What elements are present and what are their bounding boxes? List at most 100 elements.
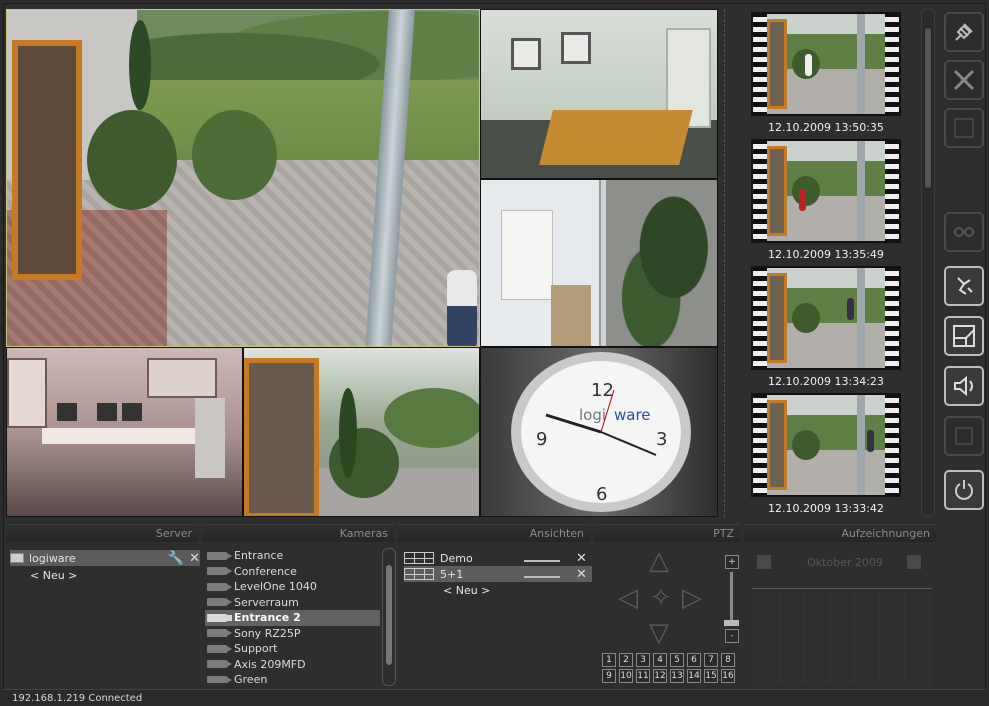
- plug-icon: [955, 23, 973, 41]
- ptz-center-icon[interactable]: ✧: [650, 585, 672, 611]
- ptz-preset-button[interactable]: 8: [721, 653, 735, 667]
- layout-icon: [953, 325, 975, 347]
- calendar-grid[interactable]: [756, 592, 931, 684]
- camera-icon: [207, 613, 232, 622]
- camera-tile-conference[interactable]: [480, 9, 718, 179]
- recording-time: 12.10.2009 13:34:23: [768, 375, 884, 388]
- clock-brand-left: logi: [579, 406, 606, 424]
- camera-list-item[interactable]: Entrance: [205, 548, 380, 564]
- wrench-icon[interactable]: 🔧: [168, 551, 184, 566]
- ptz-preset-button[interactable]: 3: [636, 653, 650, 667]
- grid-button[interactable]: [944, 108, 984, 148]
- camera-list-item[interactable]: Green: [205, 672, 380, 683]
- ptz-preset-button[interactable]: 5: [670, 653, 684, 667]
- layout-grid-icon: [404, 568, 434, 580]
- delete-view-icon[interactable]: ✕: [576, 551, 587, 566]
- ptz-down-icon[interactable]: ▽: [649, 620, 669, 646]
- camera-list-scrollbar[interactable]: [382, 548, 396, 686]
- recording-item[interactable]: 12.10.2009 13:33:42: [751, 393, 901, 518]
- ptz-preset-button[interactable]: 1: [602, 653, 616, 667]
- recordings-scrollbar[interactable]: [921, 9, 935, 517]
- layout-button[interactable]: [944, 316, 984, 356]
- ptz-preset-button[interactable]: 7: [704, 653, 718, 667]
- audio-button[interactable]: [944, 366, 984, 406]
- alarm-button[interactable]: [944, 266, 984, 306]
- tools-icon: [953, 69, 975, 91]
- view-new[interactable]: < Neu >: [443, 584, 490, 597]
- ptz-preset-button[interactable]: 15: [704, 669, 718, 683]
- clock-num-9: 9: [536, 429, 547, 450]
- view-item-5plus1[interactable]: 5+1 ✕: [404, 566, 592, 582]
- camera-icon: [207, 567, 232, 576]
- camera-list-item[interactable]: Conference: [205, 564, 380, 580]
- ptz-panel-title: PTZ: [594, 524, 740, 542]
- ptz-preset-button[interactable]: 4: [653, 653, 667, 667]
- ptz-left-icon[interactable]: ◁: [618, 585, 638, 611]
- camera-list-item-selected[interactable]: Entrance 2: [205, 610, 380, 626]
- speaker-icon: [954, 375, 973, 397]
- recording-item[interactable]: 12.10.2009 13:50:35: [751, 12, 901, 137]
- record-button[interactable]: [944, 212, 984, 252]
- disconnect-icon[interactable]: ✕: [189, 551, 200, 566]
- ptz-right-icon[interactable]: ▷: [682, 585, 702, 611]
- grid-icon: [954, 118, 974, 138]
- film-frame: [751, 266, 901, 370]
- recording-time: 12.10.2009 13:50:35: [768, 121, 884, 134]
- camera-icon: [207, 551, 232, 560]
- status-bar: 192.168.1.219 Connected: [3, 689, 986, 706]
- calendar-prev-button[interactable]: [757, 555, 771, 569]
- ptz-preset-button[interactable]: 12: [653, 669, 667, 683]
- server-item-logiware[interactable]: logiware 🔧 ✕: [10, 550, 200, 566]
- server-panel-title: Server: [6, 524, 198, 542]
- ptz-preset-button[interactable]: 16: [721, 669, 735, 683]
- window-button[interactable]: [944, 416, 984, 456]
- ptz-up-icon[interactable]: △: [649, 548, 669, 574]
- ptz-preset-button[interactable]: 11: [636, 669, 650, 683]
- ptz-preset-button[interactable]: 13: [670, 669, 684, 683]
- zoom-slider[interactable]: [730, 572, 733, 624]
- connect-button[interactable]: [944, 12, 984, 52]
- clock-num-12: 12: [591, 380, 614, 401]
- camera-list-item[interactable]: Sony RZ25P: [205, 626, 380, 642]
- film-frame: [751, 139, 901, 243]
- zoom-slider-handle[interactable]: [724, 620, 739, 626]
- server-new[interactable]: < Neu >: [30, 569, 77, 582]
- zoom-minus-button[interactable]: -: [725, 629, 739, 643]
- alarm-icon: [957, 277, 973, 295]
- power-button[interactable]: [944, 470, 984, 510]
- recording-item[interactable]: 12.10.2009 13:35:49: [751, 139, 901, 264]
- camera-list-item[interactable]: Support: [205, 641, 380, 657]
- zoom-plus-button[interactable]: +: [725, 555, 739, 569]
- ptz-preset-button[interactable]: 10: [619, 669, 633, 683]
- camera-list-item[interactable]: Serverraum: [205, 595, 380, 611]
- camera-tile-clock[interactable]: logi ware 12 3 6 9: [480, 347, 718, 517]
- film-frame: [751, 393, 901, 497]
- clock-num-6: 6: [596, 484, 607, 505]
- calendar-next-button[interactable]: [907, 555, 921, 569]
- camera-tile-entrance-2[interactable]: [243, 347, 480, 517]
- camera-icon: [207, 660, 232, 669]
- camera-tile-main[interactable]: [6, 9, 480, 347]
- ptz-preset-button[interactable]: 6: [687, 653, 701, 667]
- recording-item[interactable]: 12.10.2009 13:34:23: [751, 266, 901, 391]
- view-item-demo[interactable]: Demo ✕: [404, 550, 592, 566]
- camera-tile-room[interactable]: [480, 179, 718, 347]
- recordings-strip: 12.10.2009 13:50:35 12.10.2009 13:35:49 …: [724, 9, 918, 517]
- clock-num-3: 3: [656, 429, 667, 450]
- clock-image: logi ware 12 3 6 9: [511, 352, 691, 512]
- recording-time: 12.10.2009 13:35:49: [768, 248, 884, 261]
- ptz-preset-button[interactable]: 2: [619, 653, 633, 667]
- camera-icon: [207, 675, 232, 683]
- camera-tile-office[interactable]: [6, 347, 243, 517]
- server-icon: [10, 553, 24, 563]
- tape-icon: [954, 227, 974, 237]
- view-activity-bar: [524, 570, 560, 578]
- delete-view-icon[interactable]: ✕: [576, 567, 587, 582]
- film-frame: [751, 12, 901, 116]
- ptz-preset-button[interactable]: 14: [687, 669, 701, 683]
- settings-button[interactable]: [944, 60, 984, 100]
- camera-list-item[interactable]: Axis 209MFD: [205, 657, 380, 673]
- view-activity-bar: [524, 554, 560, 562]
- ptz-preset-button[interactable]: 9: [602, 669, 616, 683]
- camera-list-item[interactable]: LevelOne 1040: [205, 579, 380, 595]
